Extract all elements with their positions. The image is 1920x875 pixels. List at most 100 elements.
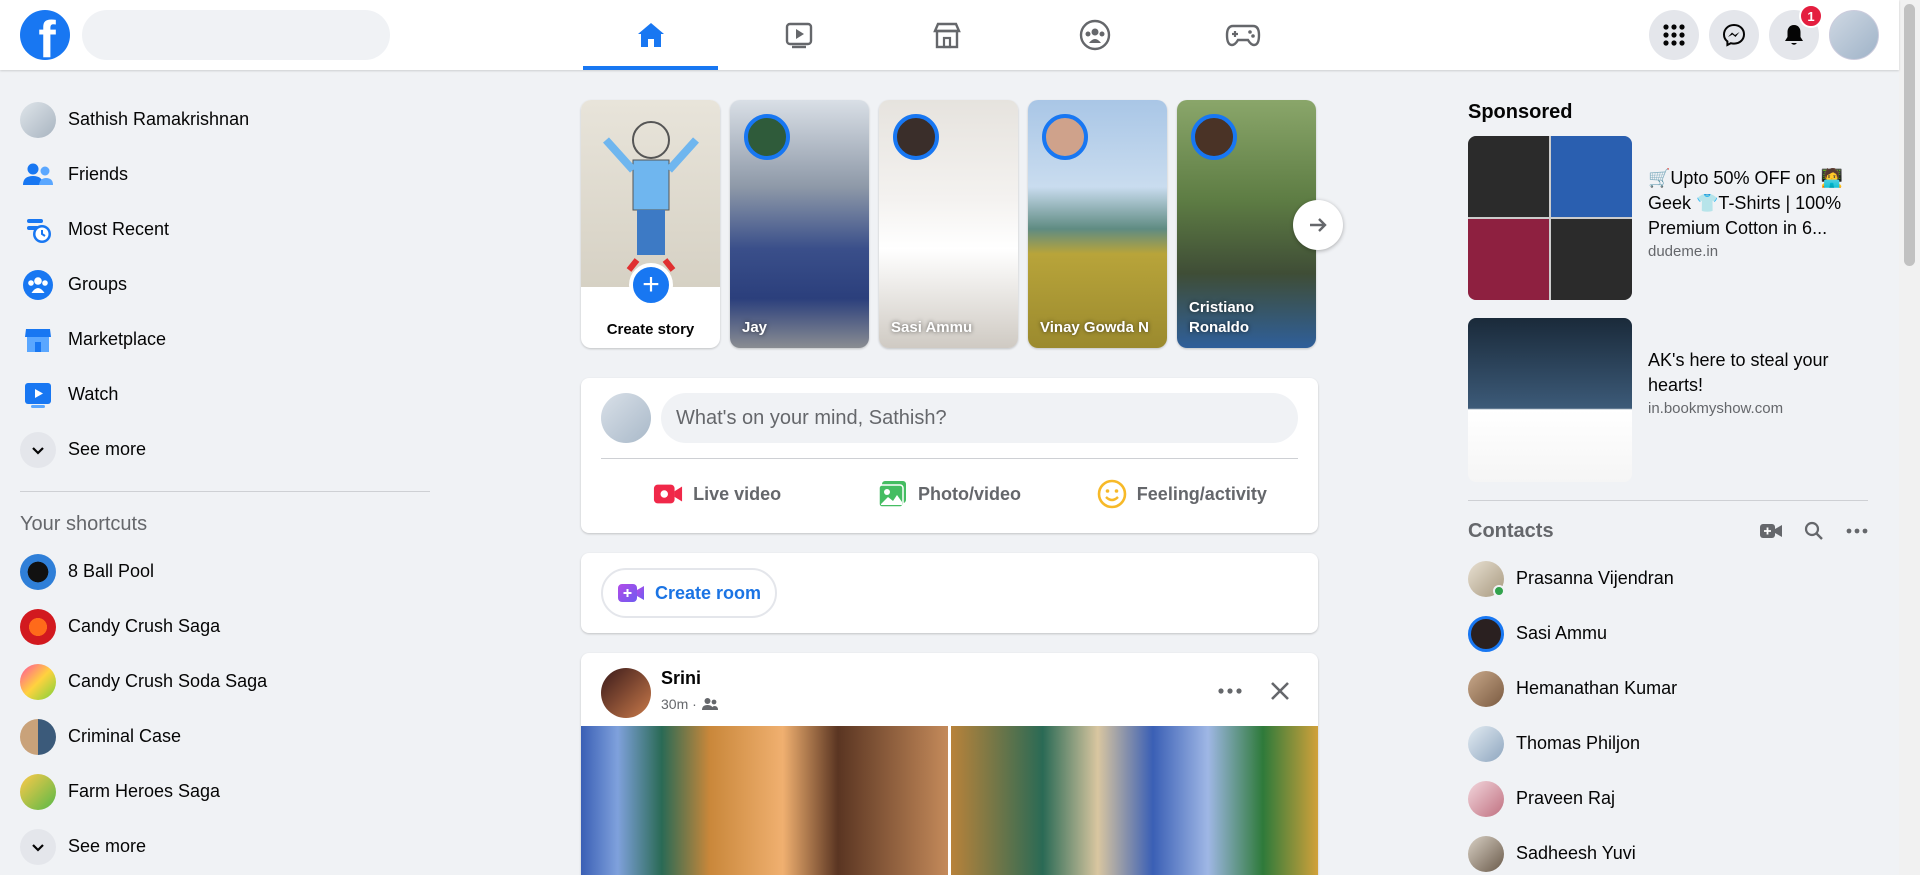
sponsored-ad[interactable]: 🛒Upto 50% OFF on 🧑‍💻 Geek 👕T-Shirts | 10…	[1468, 136, 1890, 300]
ad-headline: AK's here to steal your hearts!	[1648, 350, 1829, 395]
sidebar-item-profile[interactable]: Sathish Ramakrishnan	[8, 92, 430, 147]
shortcut-label: Criminal Case	[68, 726, 182, 746]
stories-tray: + Create story Jay Sasi Ammu Vinay Gowda…	[581, 100, 1316, 348]
tab-watch[interactable]	[731, 0, 866, 70]
shortcut-label: 8 Ball Pool	[68, 561, 155, 581]
scrollbar-thumb[interactable]	[1904, 4, 1915, 266]
tab-gaming[interactable]	[1175, 0, 1310, 70]
see-more-label: See more	[68, 836, 147, 856]
clock-icon	[20, 212, 56, 248]
home-icon	[637, 23, 664, 47]
story-name: Vinay Gowda N	[1040, 319, 1149, 336]
avatar	[1468, 835, 1504, 872]
live-video-button[interactable]: Live video	[601, 466, 833, 522]
tab-marketplace[interactable]	[879, 0, 1014, 70]
page-scrollbar[interactable]	[1899, 0, 1920, 875]
candy-crush-icon	[20, 608, 56, 645]
right-divider	[1468, 500, 1868, 501]
ad-domain: in.bookmyshow.com	[1648, 400, 1784, 417]
story-card[interactable]: Sasi Ammu	[879, 100, 1018, 348]
photo-video-button[interactable]: Photo/video	[833, 466, 1065, 522]
post-options-button[interactable]	[1210, 671, 1250, 711]
sidebar-item-most-recent[interactable]: Most Recent	[8, 202, 430, 257]
more-icon[interactable]	[1846, 528, 1868, 534]
grid-menu-icon	[1663, 24, 1685, 46]
post-author-avatar[interactable]	[601, 668, 651, 718]
shortcut-label: Farm Heroes Saga	[68, 781, 221, 801]
avatar	[1468, 615, 1504, 652]
contact-name: Prasanna Vijendran	[1516, 568, 1674, 588]
sidebar-item-friends[interactable]: Friends	[8, 147, 430, 202]
feed-post: Srini 30m ·	[581, 653, 1318, 875]
feeling-activity-label: Feeling/activity	[1136, 483, 1267, 504]
contact-item[interactable]: Praveen Raj	[1468, 771, 1890, 826]
story-name: Jay	[742, 319, 768, 336]
new-room-icon[interactable]	[1760, 523, 1782, 539]
contact-item[interactable]: Sasi Ammu	[1468, 606, 1890, 661]
tab-groups[interactable]	[1027, 0, 1162, 70]
facebook-logo[interactable]: f	[20, 10, 70, 60]
contact-name: Thomas Philjon	[1516, 733, 1641, 753]
story-card[interactable]: Vinay Gowda N	[1028, 100, 1167, 348]
shortcut-8-ball-pool[interactable]: 8 Ball Pool	[8, 544, 430, 599]
create-room-button[interactable]: Create room	[601, 568, 778, 618]
see-more-label: See more	[68, 439, 147, 459]
post-author-name[interactable]: Srini	[661, 668, 701, 689]
avatar	[20, 101, 56, 138]
messenger-button[interactable]	[1709, 10, 1759, 60]
search-input[interactable]	[82, 10, 390, 60]
sidebar-divider	[20, 491, 430, 492]
room-video-icon	[618, 584, 644, 602]
contact-name: Hemanathan Kumar	[1516, 678, 1678, 698]
shortcut-farm-heroes-saga[interactable]: Farm Heroes Saga	[8, 764, 430, 819]
top-navigation-bar: f 1	[0, 0, 1899, 70]
store-icon	[20, 322, 56, 358]
contact-name: Sasi Ammu	[1516, 623, 1608, 643]
contact-item[interactable]: Hemanathan Kumar	[1468, 661, 1890, 716]
sidebar-item-marketplace[interactable]: Marketplace	[8, 312, 430, 367]
profile-drawing-image	[603, 121, 699, 272]
live-video-icon	[653, 480, 683, 508]
smiley-icon	[1097, 479, 1127, 509]
sidebar-item-label: Friends	[68, 164, 129, 184]
story-avatar	[1191, 114, 1237, 160]
story-avatar	[744, 114, 790, 160]
shortcut-criminal-case[interactable]: Criminal Case	[8, 709, 430, 764]
shortcuts-see-more[interactable]: See more	[8, 819, 430, 874]
live-video-label: Live video	[693, 483, 782, 504]
shortcut-candy-crush-soda-saga[interactable]: Candy Crush Soda Saga	[8, 654, 430, 709]
post-time[interactable]: 30m ·	[661, 696, 697, 712]
photo-video-label: Photo/video	[917, 483, 1021, 504]
shortcut-candy-crush-saga[interactable]: Candy Crush Saga	[8, 599, 430, 654]
create-room-card: Create room	[581, 553, 1318, 633]
chevron-down-icon	[20, 828, 56, 865]
contact-item[interactable]: Thomas Philjon	[1468, 716, 1890, 771]
search-icon[interactable]	[1804, 521, 1824, 541]
feeling-activity-button[interactable]: Feeling/activity	[1066, 466, 1298, 522]
contact-item[interactable]: Prasanna Vijendran	[1468, 551, 1890, 606]
avatar	[1468, 560, 1505, 597]
sidebar-see-more[interactable]: See more	[8, 422, 430, 477]
ad-image	[1468, 136, 1632, 300]
avatar	[1468, 670, 1504, 707]
post-photo[interactable]	[581, 726, 1318, 875]
contact-item[interactable]: Sadheesh Yuvi	[1468, 826, 1890, 875]
sponsored-ad[interactable]: AK's here to steal your hearts! in.bookm…	[1468, 318, 1890, 482]
farm-heroes-icon	[20, 773, 56, 810]
sidebar-item-label: Groups	[68, 274, 128, 294]
account-avatar[interactable]	[1829, 10, 1879, 60]
sidebar-item-groups[interactable]: Groups	[8, 257, 430, 312]
story-card[interactable]: Jay	[730, 100, 869, 348]
post-photo-right	[951, 726, 1318, 875]
whats-on-your-mind-input[interactable]	[661, 393, 1298, 443]
avatar[interactable]	[601, 393, 651, 443]
hide-post-button[interactable]	[1260, 671, 1300, 711]
sidebar-item-watch[interactable]: Watch	[8, 367, 430, 422]
notifications-button[interactable]: 1	[1769, 4, 1823, 60]
create-story-card[interactable]: + Create story	[581, 100, 720, 348]
story-avatar	[893, 114, 939, 160]
stories-next-button[interactable]	[1293, 200, 1343, 250]
left-sidebar: Sathish Ramakrishnan Friends Most Recent…	[8, 92, 430, 874]
tab-home[interactable]	[583, 0, 718, 70]
menu-button[interactable]	[1649, 10, 1699, 60]
